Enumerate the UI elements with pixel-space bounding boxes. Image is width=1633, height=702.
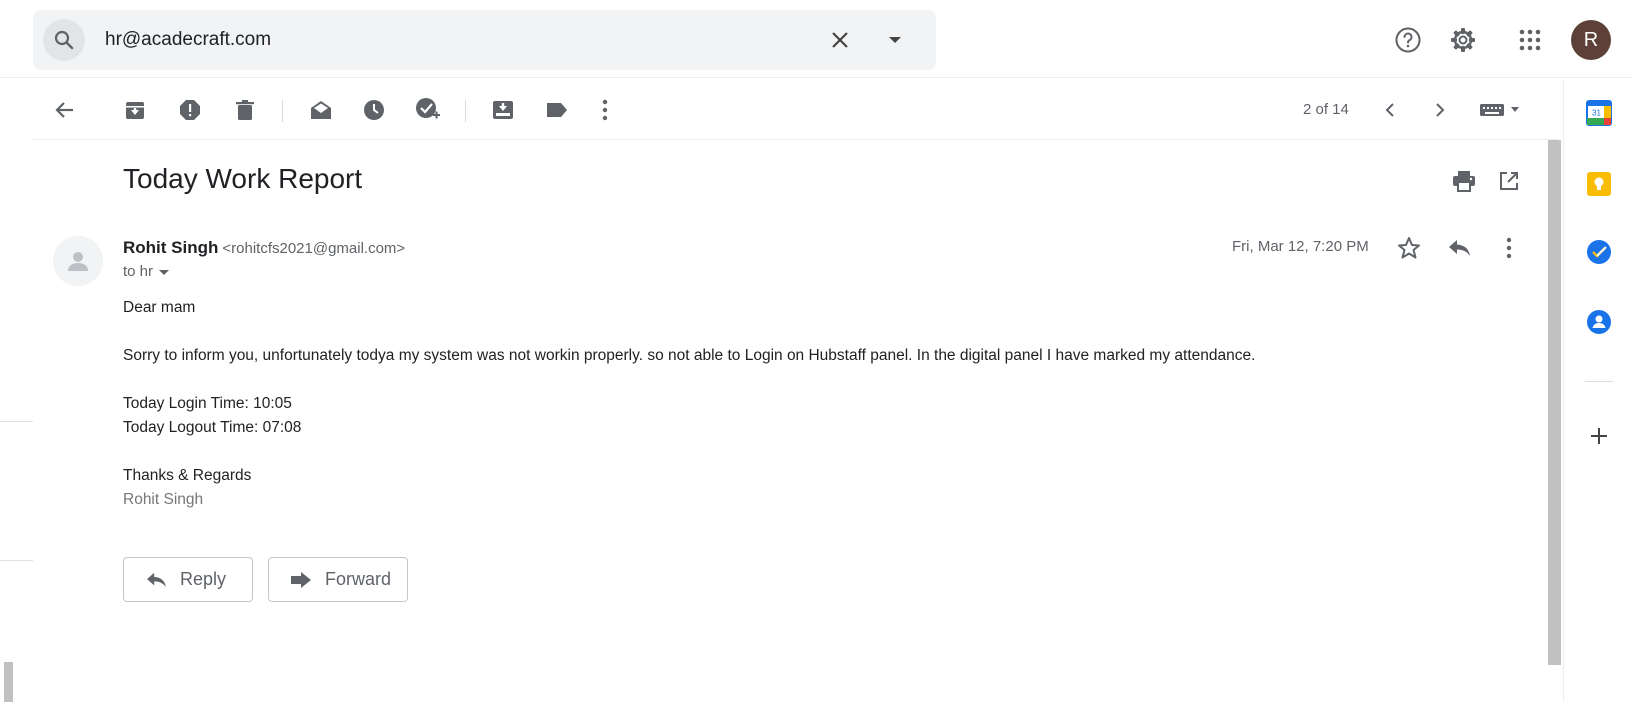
archive-icon [126,102,144,119]
side-panel: 31 [1563,80,1633,702]
message-scrollbar[interactable] [1548,140,1561,665]
close-icon [832,32,848,48]
report-spam-icon [180,100,200,120]
reply-icon-button[interactable] [1444,233,1474,263]
mark-unread-icon [311,101,331,119]
clear-search-button[interactable] [824,24,856,56]
search-options-button[interactable] [879,24,911,56]
gear-icon [1451,28,1475,52]
open-new-window-button[interactable] [1494,166,1524,196]
body-logout-time: Today Logout Time: 07:08 [123,419,302,436]
get-addons-button[interactable] [1583,420,1615,452]
search-input[interactable]: hr@acadecraft.com [105,10,271,70]
left-scrollbar[interactable] [4,662,13,702]
body-greeting: Dear mam [123,299,196,316]
pagination-count: 2 of 14 [1303,101,1349,118]
label-icon [547,103,567,117]
forward-icon [289,568,313,592]
body-closing: Thanks & Regards [123,467,252,484]
account-avatar[interactable]: R [1571,20,1611,60]
keep-app-button[interactable] [1583,168,1615,200]
archive-button[interactable] [117,92,153,128]
move-to-button[interactable] [485,92,521,128]
recipient-label: to hr [123,263,154,280]
forward-button[interactable]: Forward [268,557,408,602]
calendar-icon: 31 [1586,100,1612,126]
toolbar-divider [465,100,466,122]
top-bar: hr@acadecraft.com R [0,0,1633,78]
body-login-time: Today Login Time: 10:05 [123,395,292,412]
add-task-icon [416,98,440,119]
keep-icon [1587,172,1611,196]
reply-label: Reply [180,569,227,589]
email-subject: Today Work Report [123,163,363,194]
keyboard-icon [1480,104,1519,116]
chevron-left-icon [1385,103,1394,117]
body-signature: Rohit Singh [123,491,204,508]
sender-name[interactable]: Rohit Singh [123,238,218,257]
more-vert-icon [602,99,608,121]
sender-info: Rohit Singh <rohitcfs2021@gmail.com> [123,238,405,258]
reply-icon [144,568,168,592]
tasks-app-button[interactable] [1583,236,1615,268]
input-tools-button[interactable] [1473,92,1529,128]
search-bar[interactable]: hr@acadecraft.com [33,10,936,70]
contacts-icon [1587,310,1611,334]
more-vert-icon [1506,237,1512,259]
caret-down-icon [889,37,901,43]
toolbar-divider [282,100,283,122]
add-to-tasks-button[interactable] [410,92,446,128]
body-paragraph: Sorry to inform you, unfortunately todya… [123,347,1256,364]
calendar-app-button[interactable]: 31 [1583,97,1615,129]
delete-icon [236,100,254,120]
more-button[interactable] [587,92,623,128]
star-button[interactable] [1394,233,1424,263]
star-icon [1398,237,1420,259]
newer-button[interactable] [1372,92,1408,128]
back-arrow-icon [55,102,73,118]
move-to-icon [493,101,513,119]
message-toolbar: 2 of 14 [33,80,1558,140]
caret-down-icon [159,269,170,275]
mark-unread-button[interactable] [303,92,339,128]
left-divider [0,560,33,561]
sender-avatar[interactable] [53,236,103,286]
snooze-button[interactable] [356,92,392,128]
search-icon [54,30,74,50]
delete-button[interactable] [227,92,263,128]
open-in-new-icon [1500,172,1518,190]
report-spam-button[interactable] [172,92,208,128]
side-panel-divider [1585,381,1613,382]
tasks-icon [1587,240,1611,264]
person-icon [68,252,88,271]
forward-label: Forward [325,569,392,589]
snooze-icon [364,100,384,120]
print-all-button[interactable] [1449,166,1479,196]
left-divider [0,421,33,422]
recipient-details-toggle[interactable]: to hr [123,263,171,280]
google-apps-button[interactable] [1510,20,1550,60]
chevron-right-icon [1436,103,1445,117]
contacts-app-button[interactable] [1583,306,1615,338]
support-button[interactable] [1388,20,1428,60]
calendar-day-text: 31 [1592,109,1601,118]
apps-grid-icon [1519,29,1541,51]
email-date: Fri, Mar 12, 7:20 PM [1232,238,1369,255]
plus-icon [1591,428,1607,444]
settings-button[interactable] [1443,20,1483,60]
older-button[interactable] [1422,92,1458,128]
reply-icon [1449,240,1470,256]
sender-email: <rohitcfs2021@gmail.com> [222,240,406,257]
search-button[interactable] [43,19,85,61]
labels-button[interactable] [539,92,575,128]
print-icon [1453,171,1475,192]
message-more-button[interactable] [1494,233,1524,263]
back-button[interactable] [47,92,83,128]
reply-button[interactable]: Reply [123,557,253,602]
help-icon [1395,27,1421,53]
